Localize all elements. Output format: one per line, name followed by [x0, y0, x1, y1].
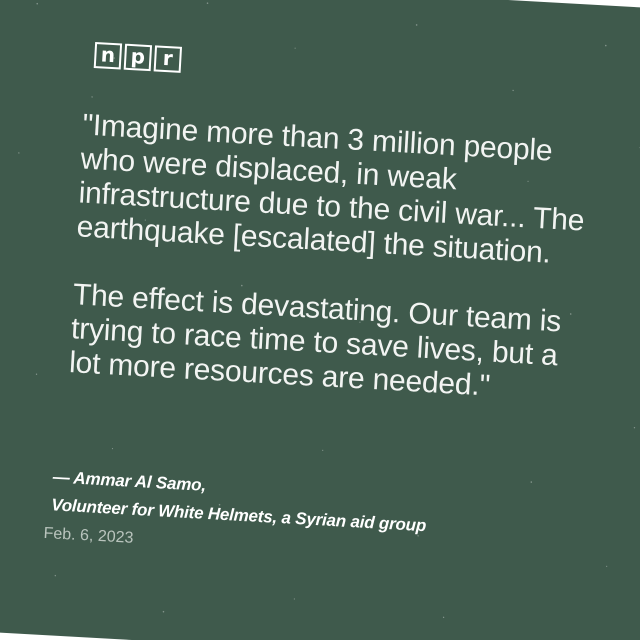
quote-text: "Imagine more than 3 million people who … [66, 108, 592, 442]
npr-logo: n p r [93, 42, 183, 73]
quote-paragraph-2: The effect is devastating. Our team is t… [68, 278, 562, 403]
npr-logo-letter-n: n [93, 42, 123, 70]
quote-paragraph-1: "Imagine more than 3 million people who … [75, 108, 586, 270]
quote-card-content: n p r "Imagine more than 3 million peopl… [0, 0, 640, 640]
npr-logo-letter-r: r [153, 45, 183, 73]
quote-date: Feb. 6, 2023 [43, 524, 134, 547]
quote-card-canvas: n p r "Imagine more than 3 million peopl… [0, 0, 640, 640]
npr-logo-letter-p: p [123, 44, 153, 72]
